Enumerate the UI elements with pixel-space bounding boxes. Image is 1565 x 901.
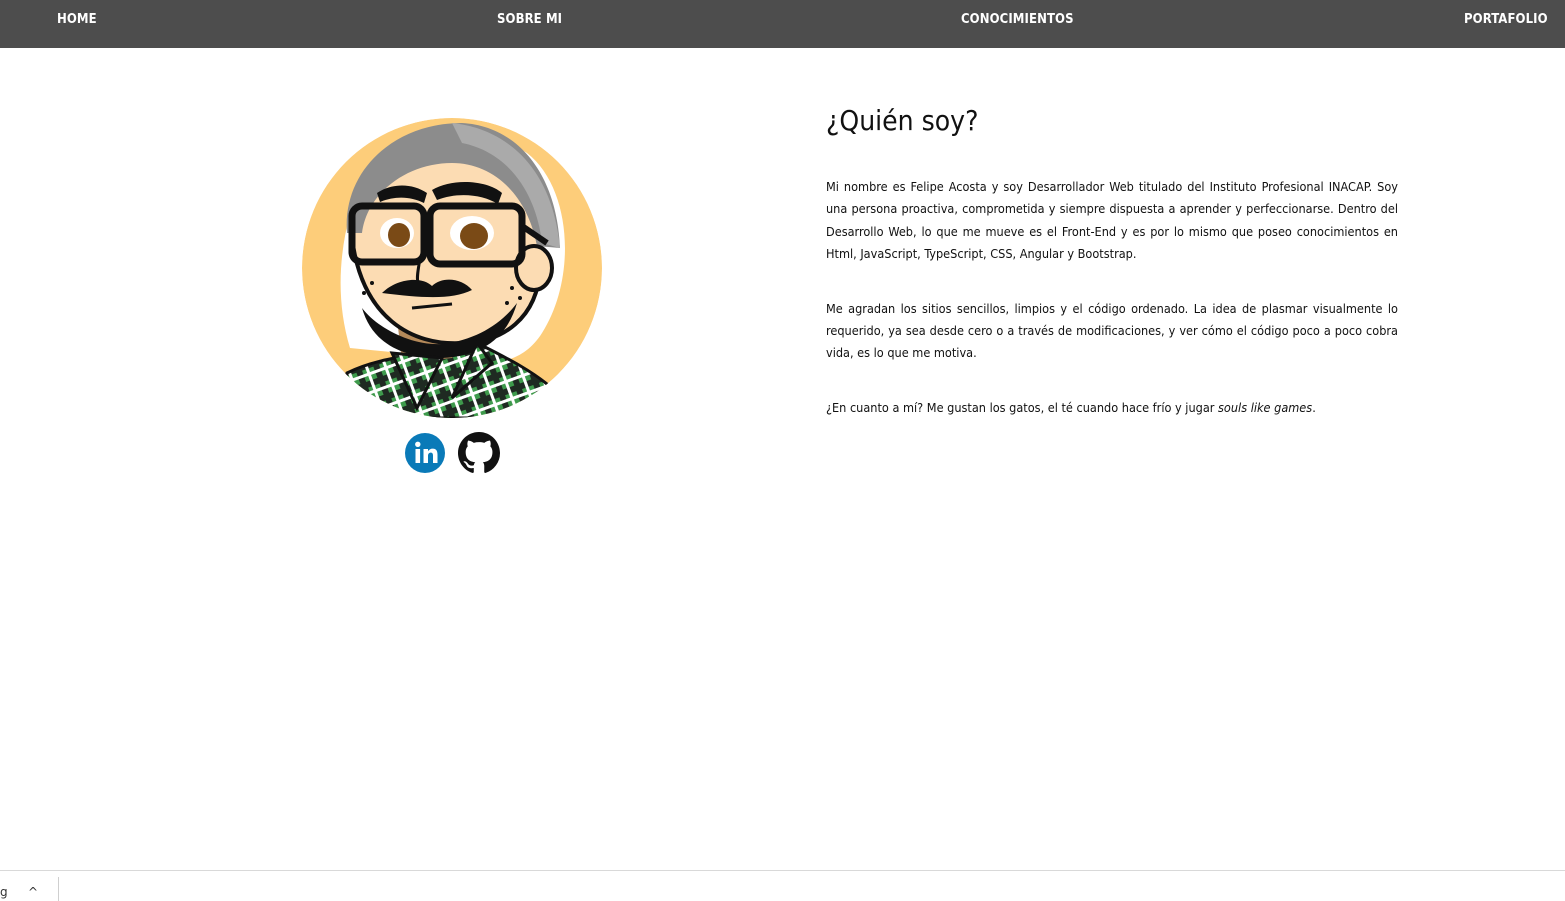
nav-link-about[interactable]: SOBRE MI: [497, 12, 562, 27]
download-item-label[interactable]: g: [0, 885, 8, 899]
github-icon: [458, 432, 500, 473]
avatar-illustration: [302, 118, 602, 418]
about-paragraph-3-text: ¿En cuanto a mí? Me gustan los gatos, el…: [826, 399, 1219, 415]
profile-avatar: [302, 118, 602, 418]
about-paragraph-3: ¿En cuanto a mí? Me gustan los gatos, el…: [826, 397, 1398, 419]
nav-link-skills[interactable]: CONOCIMIENTOS: [961, 12, 1074, 27]
linkedin-link[interactable]: [404, 432, 446, 474]
navbar: HOME SOBRE MI CONOCIMIENTOS PORTAFOLIO: [0, 0, 1565, 48]
chevron-up-icon[interactable]: ^: [28, 885, 38, 899]
about-paragraph-3-end: .: [1312, 399, 1316, 415]
about-paragraph-3-emphasis: souls like games: [1218, 399, 1313, 415]
download-bar: g ^: [0, 870, 1565, 901]
about-paragraph-1: Mi nombre es Felipe Acosta y soy Desarro…: [826, 179, 1398, 262]
about-title: ¿Quién soy?: [826, 104, 979, 137]
github-link[interactable]: [458, 432, 500, 474]
about-section: ¿Quién soy? Mi nombre es Felipe Acosta y…: [826, 100, 1398, 419]
nav-link-home[interactable]: HOME: [57, 12, 97, 27]
linkedin-icon: [405, 433, 445, 473]
nav-link-portfolio[interactable]: PORTAFOLIO: [1464, 12, 1548, 27]
divider: [58, 877, 59, 901]
about-paragraph-2: Me agradan los sitios sencillos, limpios…: [826, 300, 1398, 361]
